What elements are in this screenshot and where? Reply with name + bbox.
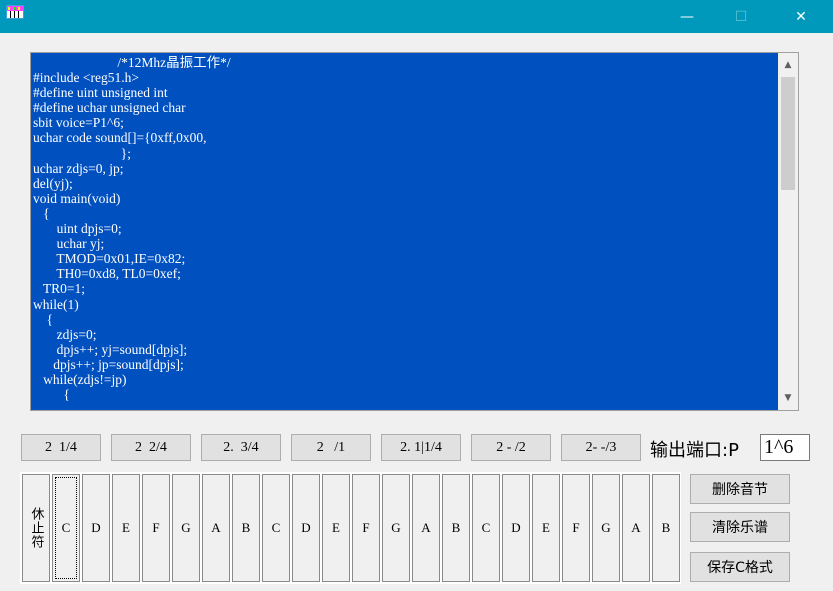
duration-button-whole[interactable]: 2 /1 (291, 434, 371, 461)
title-bar: — ☐ ✕ (0, 0, 833, 33)
app-icon (6, 5, 24, 19)
output-port-label: 输出端口:P (650, 440, 739, 461)
duration-button-half[interactable]: 2 2/4 (111, 434, 191, 461)
duration-button-whole-quarter[interactable]: 2. 1|1/4 (381, 434, 461, 461)
piano-key-19[interactable]: G (592, 474, 620, 582)
piano-key-12[interactable]: G (382, 474, 410, 582)
rest-key[interactable]: 休止符 (22, 474, 50, 582)
code-text[interactable]: /*12Mhz晶振工作*/ #include <reg51.h> #define… (33, 55, 778, 408)
save-c-format-button[interactable]: 保存C格式 (690, 552, 790, 582)
piano-key-14[interactable]: B (442, 474, 470, 582)
piano-key-16[interactable]: D (502, 474, 530, 582)
duration-button-three[interactable]: 2- -/3 (561, 434, 641, 461)
scroll-down-icon[interactable]: ▼ (778, 388, 798, 408)
piano-key-5[interactable]: G (172, 474, 200, 582)
delete-note-button[interactable]: 删除音节 (690, 474, 790, 504)
minimize-button[interactable]: — (664, 0, 710, 33)
piano-key-15[interactable]: C (472, 474, 500, 582)
duration-button-three-quarter[interactable]: 2. 3/4 (201, 434, 281, 461)
piano-key-7[interactable]: B (232, 474, 260, 582)
piano-key-1[interactable]: C (52, 474, 80, 582)
duration-button-two[interactable]: 2 - /2 (471, 434, 551, 461)
piano-key-21[interactable]: B (652, 474, 680, 582)
piano-key-10[interactable]: E (322, 474, 350, 582)
piano-key-17[interactable]: E (532, 474, 560, 582)
scroll-thumb[interactable] (781, 77, 795, 190)
piano-key-8[interactable]: C (262, 474, 290, 582)
piano-key-20[interactable]: A (622, 474, 650, 582)
duration-button-quarter[interactable]: 2 1/4 (21, 434, 101, 461)
output-port-input[interactable]: 1^6 (760, 434, 810, 461)
scroll-up-icon[interactable]: ▲ (778, 55, 798, 75)
piano-key-2[interactable]: D (82, 474, 110, 582)
piano-key-4[interactable]: F (142, 474, 170, 582)
piano-key-18[interactable]: F (562, 474, 590, 582)
piano-key-6[interactable]: A (202, 474, 230, 582)
clear-score-button[interactable]: 清除乐谱 (690, 512, 790, 542)
vertical-scrollbar[interactable]: ▲ ▼ (778, 53, 798, 410)
piano-key-11[interactable]: F (352, 474, 380, 582)
piano-key-3[interactable]: E (112, 474, 140, 582)
close-button[interactable]: ✕ (778, 0, 824, 33)
code-editor[interactable]: /*12Mhz晶振工作*/ #include <reg51.h> #define… (30, 52, 799, 411)
maximize-button[interactable]: ☐ (718, 0, 764, 33)
piano-key-13[interactable]: A (412, 474, 440, 582)
piano-key-9[interactable]: D (292, 474, 320, 582)
